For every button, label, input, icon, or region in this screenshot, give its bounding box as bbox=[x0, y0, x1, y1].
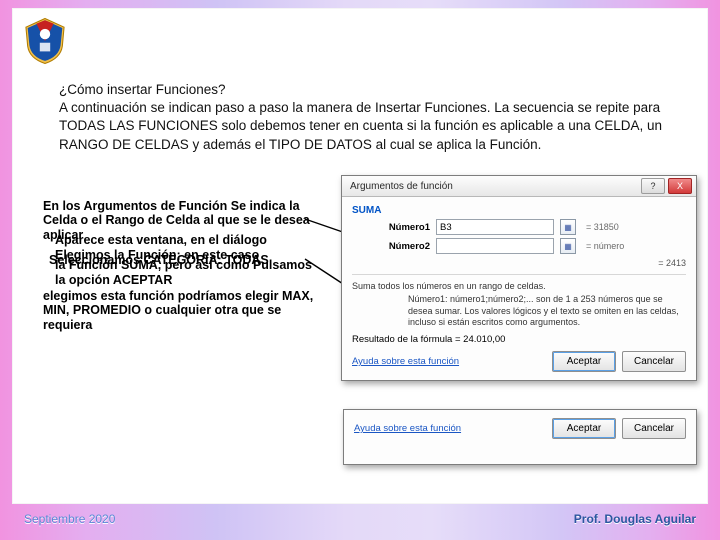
heading-body: A continuación se indican paso a paso la… bbox=[59, 99, 677, 154]
heading-block: ¿Cómo insertar Funciones? A continuación… bbox=[59, 81, 677, 154]
desc-line-2: Número1: número1;número2;... son de 1 a … bbox=[408, 294, 686, 328]
slide-body: ¿Cómo insertar Funciones? A continuación… bbox=[12, 8, 708, 504]
cancel-button[interactable]: Cancelar bbox=[622, 418, 686, 439]
function-arguments-dialog: Argumentos de función ? X SUMA Número1 ▦… bbox=[341, 175, 697, 381]
cancel-button[interactable]: Cancelar bbox=[622, 351, 686, 372]
heading-question: ¿Cómo insertar Funciones? bbox=[59, 81, 677, 99]
dialog-titlebar[interactable]: Argumentos de función ? X bbox=[342, 176, 696, 197]
range-select-icon[interactable]: ▦ bbox=[560, 238, 576, 254]
instruction-overlay: En los Argumentos de Función Se indica l… bbox=[43, 199, 323, 332]
footer-author: Prof. Douglas Aguilar bbox=[574, 512, 696, 526]
footer-date: Septiembre 2020 bbox=[24, 512, 115, 526]
result-label: Resultado de la fórmula = bbox=[352, 334, 461, 345]
divider bbox=[352, 274, 686, 275]
accept-button[interactable]: Aceptar bbox=[552, 418, 616, 439]
argument-row-2: Número2 ▦ = número bbox=[372, 238, 686, 254]
overlay-line-5: elegimos esta función podríamos elegir M… bbox=[43, 289, 323, 332]
result-value: 24.010,00 bbox=[463, 334, 505, 345]
argument-row-1: Número1 ▦ = 31850 bbox=[372, 219, 686, 235]
accept-button[interactable]: Aceptar bbox=[552, 351, 616, 372]
arg1-input[interactable] bbox=[436, 219, 554, 235]
help-link[interactable]: Ayuda sobre esta función bbox=[354, 423, 461, 434]
help-link[interactable]: Ayuda sobre esta función bbox=[352, 356, 459, 367]
range-select-icon[interactable]: ▦ bbox=[560, 219, 576, 235]
arg1-hint: = 31850 bbox=[586, 222, 619, 232]
secondary-dialog-fragment: Ayuda sobre esta función Aceptar Cancela… bbox=[343, 409, 697, 465]
school-crest-logo bbox=[17, 13, 73, 69]
desc-line-1: Suma todos los números en un rango de ce… bbox=[352, 281, 546, 291]
close-button[interactable]: X bbox=[668, 178, 692, 194]
result-row: Resultado de la fórmula = 24.010,00 bbox=[352, 334, 686, 345]
arg2-input[interactable] bbox=[436, 238, 554, 254]
function-description: Suma todos los números en un rango de ce… bbox=[352, 281, 686, 328]
dialog-title: Argumentos de función bbox=[350, 181, 453, 192]
arg2-hint: = número bbox=[586, 241, 624, 251]
arg2-label: Número2 bbox=[372, 241, 430, 252]
preview-result: = 2413 bbox=[352, 258, 686, 268]
arg1-label: Número1 bbox=[372, 222, 430, 233]
help-button[interactable]: ? bbox=[641, 178, 665, 194]
overlay-line-4: la Función SUMA, pero así como Pulsamos … bbox=[43, 258, 323, 287]
function-name: SUMA bbox=[352, 205, 686, 216]
